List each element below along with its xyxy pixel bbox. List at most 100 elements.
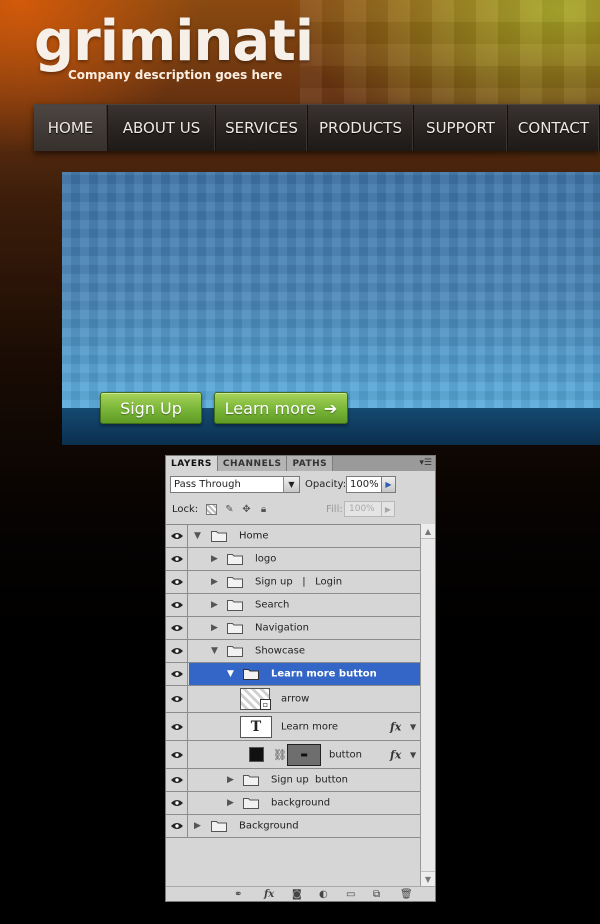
layer-home[interactable]: ▼ Home	[166, 525, 420, 548]
layer-learn-more-button[interactable]: ▼ Learn more button	[166, 663, 420, 686]
layer-name: arrow	[281, 693, 310, 705]
visibility-toggle[interactable]	[166, 594, 188, 616]
collapsed-triangle-icon[interactable]: ▶	[211, 577, 218, 587]
visibility-toggle[interactable]	[166, 792, 188, 814]
lock-all-icon[interactable]: 🔒︎	[258, 504, 269, 515]
nav-item-about-us[interactable]: ABOUT US	[108, 105, 216, 151]
visibility-toggle[interactable]	[166, 769, 188, 791]
layer-name: button	[329, 749, 362, 760]
opacity-slider-arrow-icon[interactable]: ▶	[382, 476, 396, 493]
expand-triangle-icon[interactable]: ▼	[211, 646, 218, 656]
layer-name: Showcase	[255, 645, 305, 657]
link-chain-icon: ⛓	[273, 748, 287, 761]
eye-icon	[170, 625, 183, 631]
sign-up-button[interactable]: Sign Up	[100, 392, 202, 424]
trash-icon[interactable]: 🗑︎	[400, 888, 413, 900]
layer-name: Navigation	[255, 622, 309, 634]
layers-footer-toolbar: ⚭ fx ◙ ◐ ▭ ⧉ 🗑︎	[166, 886, 435, 901]
nav-item-contact[interactable]: CONTACT	[508, 105, 600, 151]
layer-showcase[interactable]: ▼ Showcase	[166, 640, 420, 663]
nav-item-support[interactable]: SUPPORT	[414, 105, 508, 151]
collapsed-triangle-icon[interactable]: ▶	[211, 600, 218, 610]
learn-more-label: Learn more	[224, 398, 316, 418]
expand-triangle-icon[interactable]: ▼	[194, 531, 201, 541]
fx-dropdown-icon[interactable]: ▼	[410, 750, 416, 759]
expand-triangle-icon[interactable]: ▼	[227, 669, 234, 679]
folder-icon	[227, 554, 243, 565]
visibility-toggle[interactable]	[166, 663, 188, 685]
adjustment-layer-icon[interactable]: ◐	[319, 888, 328, 900]
layer-name: Sign up | Login	[255, 576, 343, 588]
tab-channels[interactable]: CHANNELS	[217, 456, 288, 471]
collapsed-triangle-icon[interactable]: ▶	[211, 554, 218, 564]
layer-navigation[interactable]: ▶ Navigation	[166, 617, 420, 640]
lock-label: Lock:	[172, 504, 199, 515]
layer-background[interactable]: ▶ Background	[166, 815, 420, 838]
learn-more-button[interactable]: Learn more ➔	[214, 392, 348, 424]
lock-row: Lock: ✎ ✥ 🔒︎ Fill: 100% ▶	[172, 501, 432, 518]
scroll-up-icon[interactable]: ▲	[421, 524, 435, 539]
layer-button[interactable]: ⛓ ▬ button fx ▼	[166, 741, 420, 769]
visibility-toggle[interactable]	[166, 815, 188, 837]
new-layer-icon[interactable]: ⧉	[373, 888, 380, 900]
fill-input[interactable]: 100%	[344, 501, 382, 517]
nav-item-products[interactable]: PRODUCTS	[308, 105, 414, 151]
visibility-toggle[interactable]	[166, 571, 188, 593]
layer-name: Background	[239, 820, 299, 832]
visibility-toggle[interactable]	[166, 686, 188, 712]
layer-search[interactable]: ▶ Search	[166, 594, 420, 617]
visibility-toggle[interactable]	[166, 525, 188, 547]
lock-transparency-icon[interactable]	[206, 504, 217, 515]
layer-signup-login[interactable]: ▶ Sign up | Login	[166, 571, 420, 594]
add-mask-icon[interactable]: ◙	[292, 888, 302, 900]
panel-menu-icon[interactable]: ▾☰	[419, 458, 432, 468]
folder-icon	[243, 798, 259, 809]
collapsed-triangle-icon[interactable]: ▶	[227, 775, 234, 785]
folder-icon	[227, 600, 243, 611]
layers-scrollbar[interactable]: ▲ ▼	[420, 524, 435, 886]
layer-sign-up-button[interactable]: ▶ Sign up button	[166, 769, 420, 792]
eye-icon	[170, 671, 183, 677]
collapsed-triangle-icon[interactable]: ▶	[211, 623, 218, 633]
nav-item-services[interactable]: SERVICES	[216, 105, 308, 151]
fx-icon[interactable]: fx	[390, 748, 401, 761]
layer-logo[interactable]: ▶ logo	[166, 548, 420, 571]
fx-dropdown-icon[interactable]: ▼	[410, 722, 416, 731]
visibility-toggle[interactable]	[166, 640, 188, 662]
fill-slider-arrow-icon[interactable]: ▶	[382, 501, 395, 517]
visibility-toggle[interactable]	[166, 713, 188, 740]
logo[interactable]: griminati	[34, 14, 314, 70]
eye-icon	[170, 777, 183, 783]
layer-name: Learn more button	[271, 668, 377, 680]
scroll-down-icon[interactable]: ▼	[421, 871, 435, 886]
lock-brush-icon[interactable]: ✎	[224, 504, 235, 515]
opacity-label: Opacity:	[305, 479, 347, 490]
fill-color-thumbnail	[249, 746, 264, 762]
layer-arrow[interactable]: ▫ arrow	[166, 686, 420, 713]
tab-paths[interactable]: PATHS	[287, 456, 334, 471]
panel-tabs: LAYERS CHANNELS PATHS	[166, 456, 435, 471]
fx-icon[interactable]: fx	[390, 720, 401, 733]
layer-learn-more-text[interactable]: T Learn more fx ▼	[166, 713, 420, 741]
collapsed-triangle-icon[interactable]: ▶	[227, 798, 234, 808]
link-layers-icon[interactable]: ⚭	[234, 888, 242, 900]
collapsed-triangle-icon[interactable]: ▶	[194, 821, 201, 831]
lock-move-icon[interactable]: ✥	[241, 504, 252, 515]
layer-name: Search	[255, 599, 290, 611]
opacity-input[interactable]: 100%	[346, 476, 382, 493]
new-group-icon[interactable]: ▭	[346, 888, 355, 900]
tab-layers[interactable]: LAYERS	[166, 456, 218, 471]
layer-background-inner[interactable]: ▶ background	[166, 792, 420, 815]
add-fx-icon[interactable]: fx	[264, 888, 274, 900]
nav-item-home[interactable]: HOME	[34, 105, 108, 151]
eye-icon	[170, 648, 183, 654]
folder-icon	[227, 646, 243, 657]
visibility-toggle[interactable]	[166, 617, 188, 639]
blend-mode-select[interactable]: Pass Through ▼	[170, 476, 300, 493]
visibility-toggle[interactable]	[166, 548, 188, 570]
blend-mode-value: Pass Through	[174, 479, 241, 490]
visibility-toggle[interactable]	[166, 741, 188, 768]
eye-icon	[170, 579, 183, 585]
folder-icon	[227, 623, 243, 634]
eye-icon	[170, 602, 183, 608]
